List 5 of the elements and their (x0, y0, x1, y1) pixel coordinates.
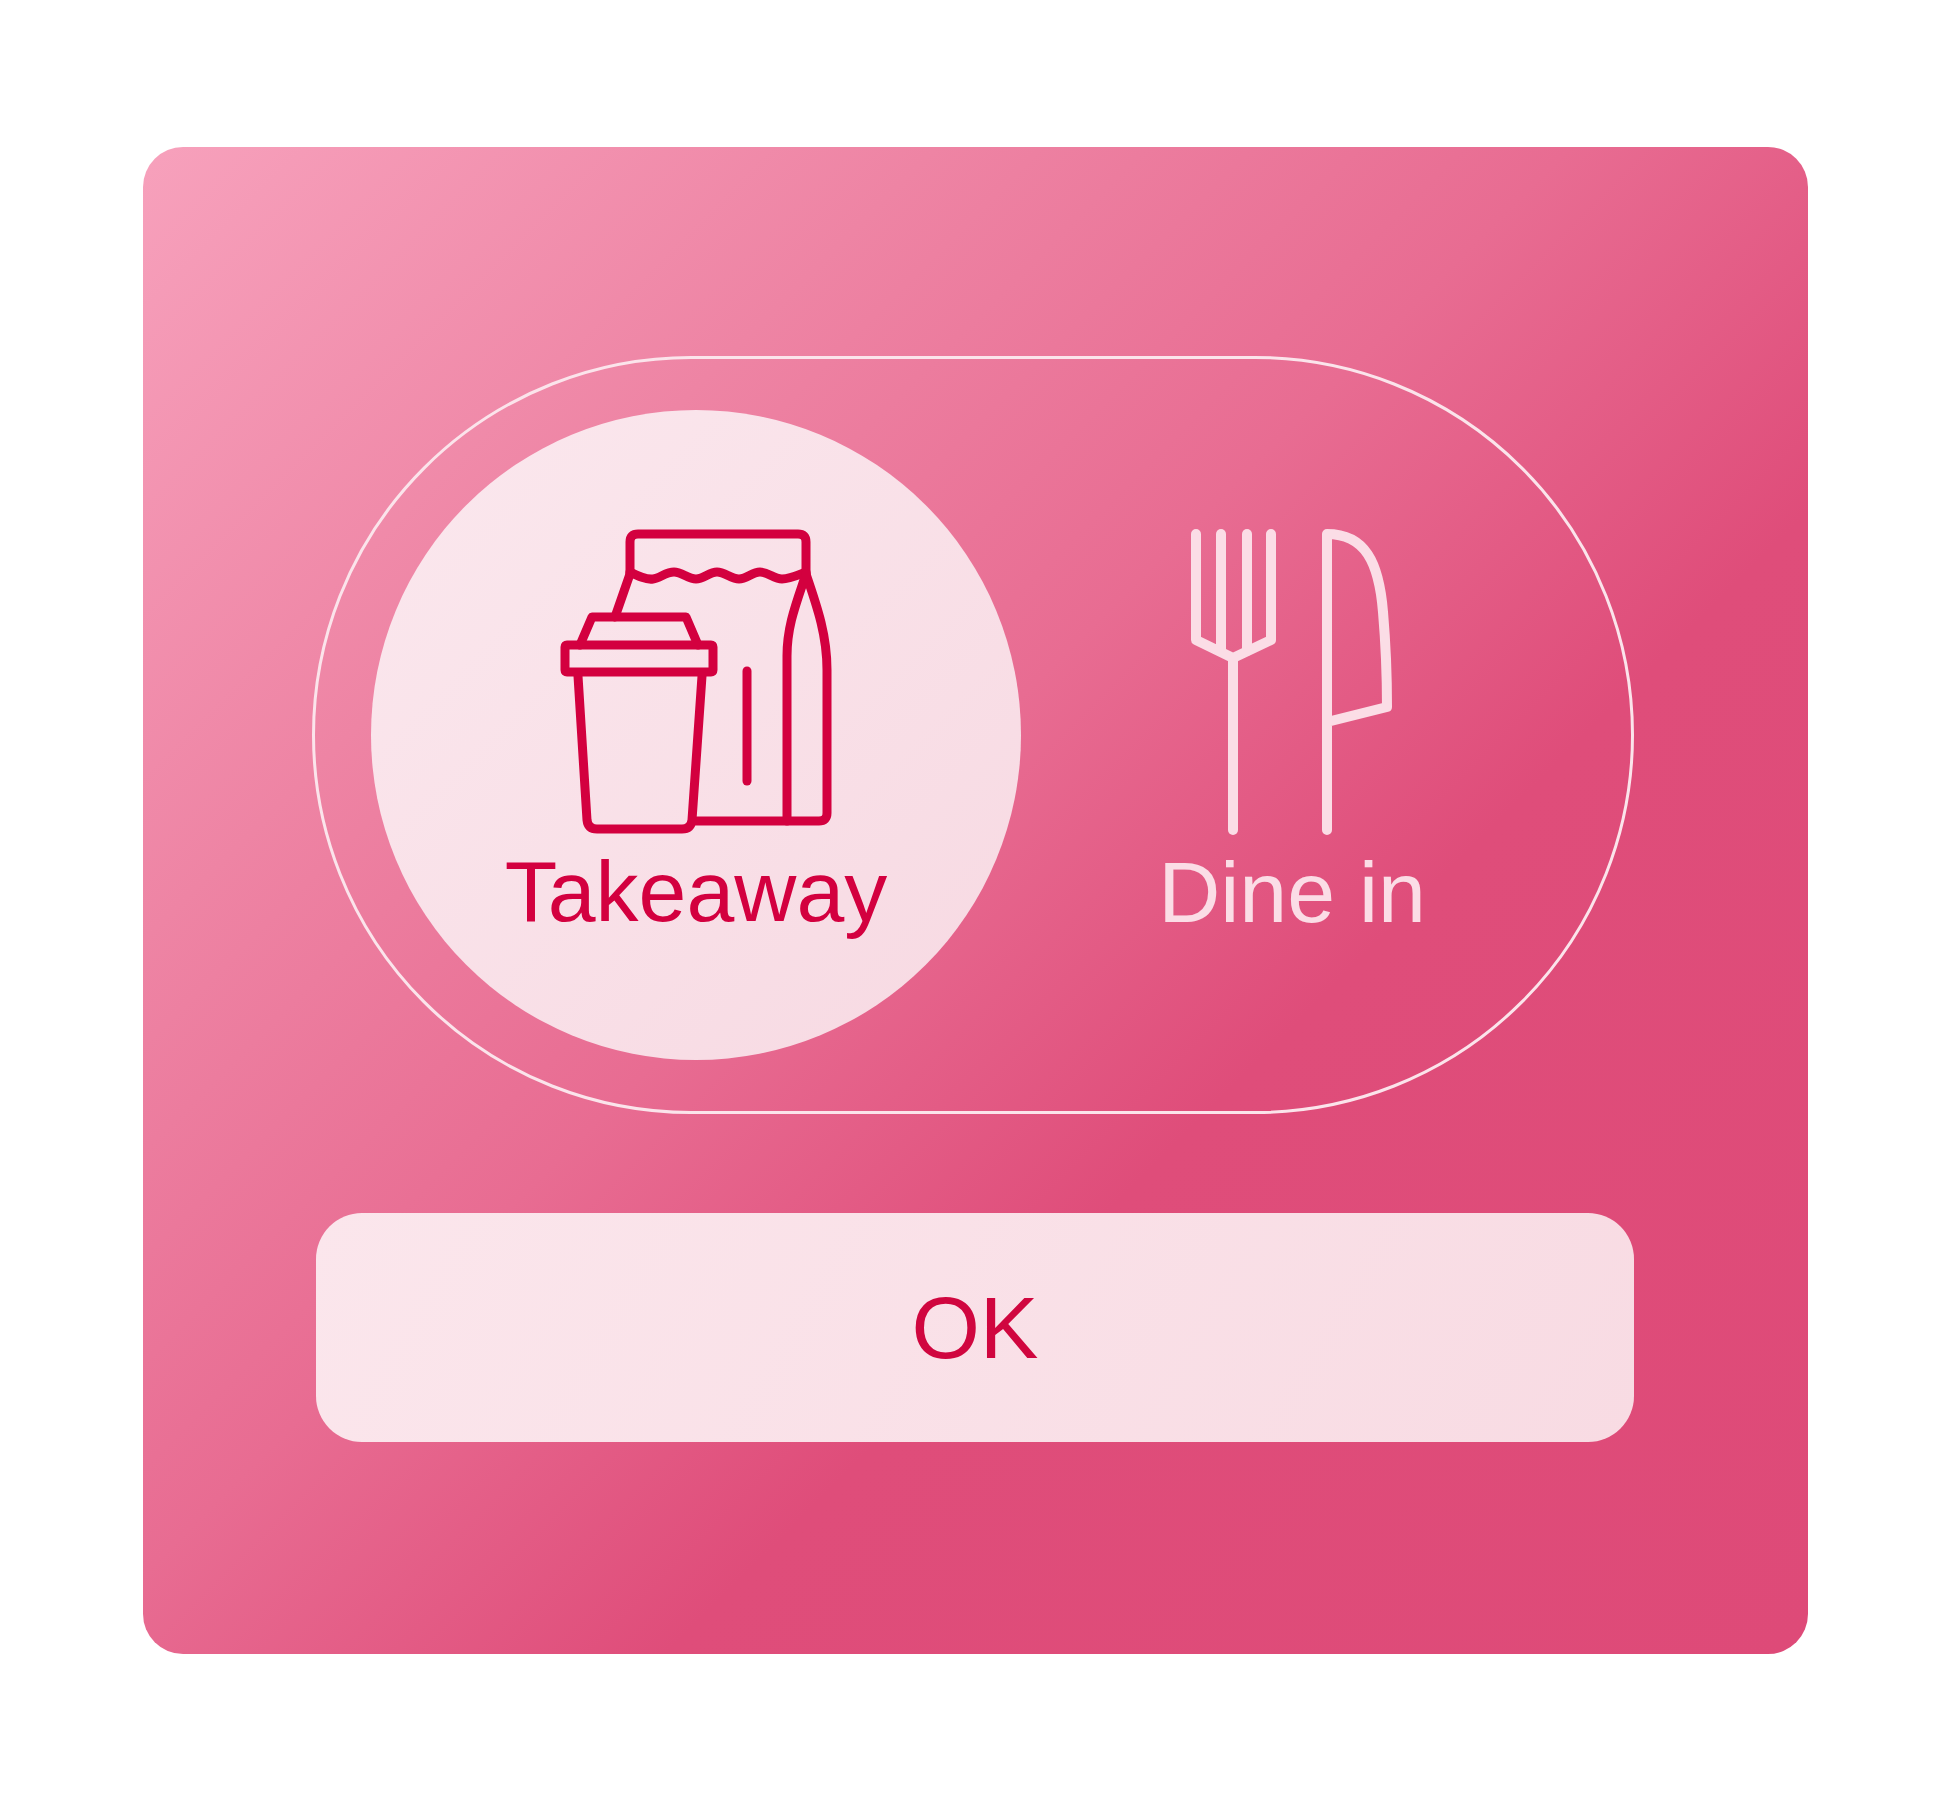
option-button[interactable]: Takeaway (371, 410, 1021, 1060)
cup-and-bag-icon (560, 529, 832, 835)
fork-and-knife-icon (1191, 528, 1393, 835)
option-button[interactable]: Dine in (1158, 528, 1426, 942)
ok-button[interactable]: OK (316, 1213, 1634, 1442)
